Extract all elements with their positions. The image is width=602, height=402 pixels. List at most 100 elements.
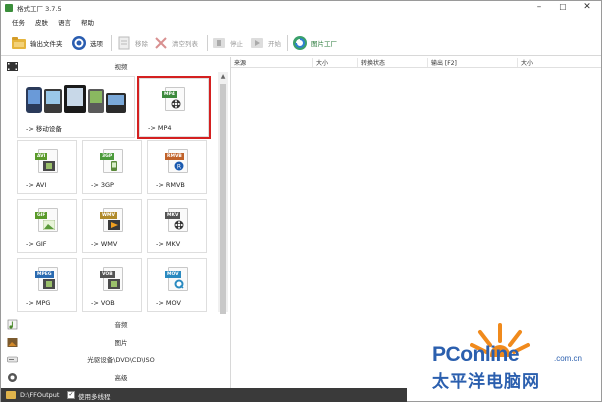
picture-factory-button[interactable]: 图片工厂: [292, 34, 337, 52]
selection-highlight: [137, 76, 211, 139]
format-tile-label: -> AVI: [26, 181, 47, 189]
category-advanced[interactable]: 高级: [1, 369, 230, 385]
format-tile-label: -> GIF: [26, 240, 47, 248]
phone-icon: [111, 161, 117, 171]
app-icon: [5, 4, 13, 12]
column-source[interactable]: 来源: [231, 58, 313, 67]
close-button[interactable]: ✕: [577, 1, 597, 15]
image-icon: [43, 220, 55, 230]
format-tile[interactable]: WMV -> WMV: [82, 199, 142, 253]
start-button[interactable]: 开始: [249, 34, 281, 52]
window-title: 格式工厂 3.7.5: [17, 5, 62, 13]
format-tag: GIF: [35, 212, 48, 219]
format-tag: MKV: [165, 212, 181, 219]
menu-language[interactable]: 语言: [58, 17, 71, 27]
format-tile-label: -> 移动设备: [26, 125, 62, 133]
format-tile-label: -> MPG: [26, 299, 51, 307]
format-file-icon: AVI: [35, 149, 58, 173]
toolbar-separator: [207, 35, 208, 51]
options-icon: [71, 35, 87, 51]
format-tile[interactable]: AVI -> AVI: [17, 140, 77, 194]
format-file-icon: RMVB R: [165, 149, 188, 173]
column-output[interactable]: 输出 [F2]: [428, 58, 518, 67]
svg-text:R: R: [177, 164, 181, 171]
format-file-icon: WMV: [100, 208, 123, 232]
format-file-icon: MKV: [165, 208, 188, 232]
category-video[interactable]: 视频: [1, 58, 230, 74]
format-file-icon: 3GP: [100, 149, 123, 173]
menu-bar: 任务 皮肤 语言 帮助: [1, 16, 601, 28]
folder-icon: [11, 35, 27, 51]
format-tile[interactable]: MPEG -> MPG: [17, 258, 77, 312]
format-tile[interactable]: MKV -> MKV: [147, 199, 207, 253]
category-scrollbar[interactable]: ▲: [218, 72, 228, 314]
format-tag: MPEG: [35, 271, 54, 278]
windows-media-icon: [108, 220, 120, 230]
category-rom[interactable]: 光驱设备\DVD\CD\ISO: [1, 351, 230, 367]
scroll-up-arrow-icon[interactable]: ▲: [218, 72, 228, 82]
toolbar: 输出文件夹 选项 移除 清空列表 停止 开始 图片工厂: [1, 30, 601, 56]
stop-button[interactable]: 停止: [211, 34, 243, 52]
clear-list-button[interactable]: 清空列表: [153, 34, 198, 52]
title-bar: 格式工厂 3.7.5 – ☐ ✕: [1, 1, 601, 15]
quicktime-icon: [174, 279, 184, 289]
format-tile[interactable]: RMVB R -> RMVB: [147, 140, 207, 194]
watermark-domain: .com.cn: [554, 354, 583, 363]
options-button[interactable]: 选项: [71, 34, 103, 52]
format-tile[interactable]: VOB -> VOB: [82, 258, 142, 312]
column-status[interactable]: 转换状态: [358, 58, 428, 67]
format-file-icon: VOB: [100, 267, 123, 291]
format-tile-label: -> VOB: [91, 299, 115, 307]
multithread-label: 使用多线程: [78, 393, 111, 401]
real-icon: R: [174, 161, 184, 171]
toolbar-separator: [287, 35, 288, 51]
film-strip-icon: [43, 161, 55, 171]
format-tile[interactable]: MOV -> MOV: [147, 258, 207, 312]
remove-icon: [116, 35, 132, 51]
app-window: 格式工厂 3.7.5 – ☐ ✕ 任务 皮肤 语言 帮助 输出文件夹 选项 移除…: [0, 0, 602, 402]
picture-icon: [7, 337, 18, 348]
format-tile-label: -> RMVB: [156, 181, 185, 189]
remove-button[interactable]: 移除: [116, 34, 148, 52]
maximize-button[interactable]: ☐: [553, 1, 573, 15]
film-reel-icon: [174, 220, 184, 230]
menu-help[interactable]: 帮助: [81, 17, 94, 27]
watermark-brand: PConline: [432, 343, 520, 366]
multithread-checkbox[interactable]: ✓: [67, 391, 75, 399]
format-tile[interactable]: 3GP -> 3GP: [82, 140, 142, 194]
folder-icon[interactable]: [6, 391, 16, 399]
format-file-icon: MOV: [165, 267, 188, 291]
column-size[interactable]: 大小: [313, 58, 358, 67]
film-strip-icon: [43, 279, 55, 289]
start-icon: [249, 35, 265, 51]
toolbar-separator: [111, 35, 112, 51]
format-tile-label: -> WMV: [91, 240, 118, 248]
stop-icon: [211, 35, 227, 51]
pconline-watermark: PConline .com.cn 太平洋电脑网: [426, 321, 596, 392]
format-tile-label: -> MKV: [156, 240, 181, 248]
menu-task[interactable]: 任务: [12, 17, 25, 27]
format-tag: WMV: [100, 212, 117, 219]
format-tile[interactable]: GIF -> GIF: [17, 199, 77, 253]
disc-drive-icon: [7, 354, 18, 365]
column-output-size[interactable]: 大小: [518, 58, 601, 67]
task-list-header: 来源 大小 转换状态 输出 [F2] 大小: [231, 57, 601, 68]
category-audio[interactable]: 音频: [1, 316, 230, 332]
watermark-chinese-name: 太平洋电脑网: [432, 372, 540, 392]
format-tag: MOV: [165, 271, 181, 278]
format-tag: RMVB: [165, 153, 184, 160]
format-file-icon: MPEG: [35, 267, 58, 291]
minimize-button[interactable]: –: [529, 1, 549, 15]
format-tile-label: -> MOV: [156, 299, 181, 307]
output-folder-button[interactable]: 输出文件夹: [11, 34, 63, 52]
format-tile-label: -> 3GP: [91, 181, 114, 189]
scroll-thumb[interactable]: [220, 84, 226, 314]
format-tile[interactable]: -> 移动设备: [17, 76, 135, 138]
category-image[interactable]: 图片: [1, 334, 230, 350]
menu-skin[interactable]: 皮肤: [35, 17, 48, 27]
format-tag: VOB: [100, 271, 115, 278]
clear-icon: [153, 35, 169, 51]
format-file-icon: GIF: [35, 208, 58, 232]
format-tag: AVI: [35, 153, 48, 160]
refresh-globe-icon: [292, 35, 308, 51]
